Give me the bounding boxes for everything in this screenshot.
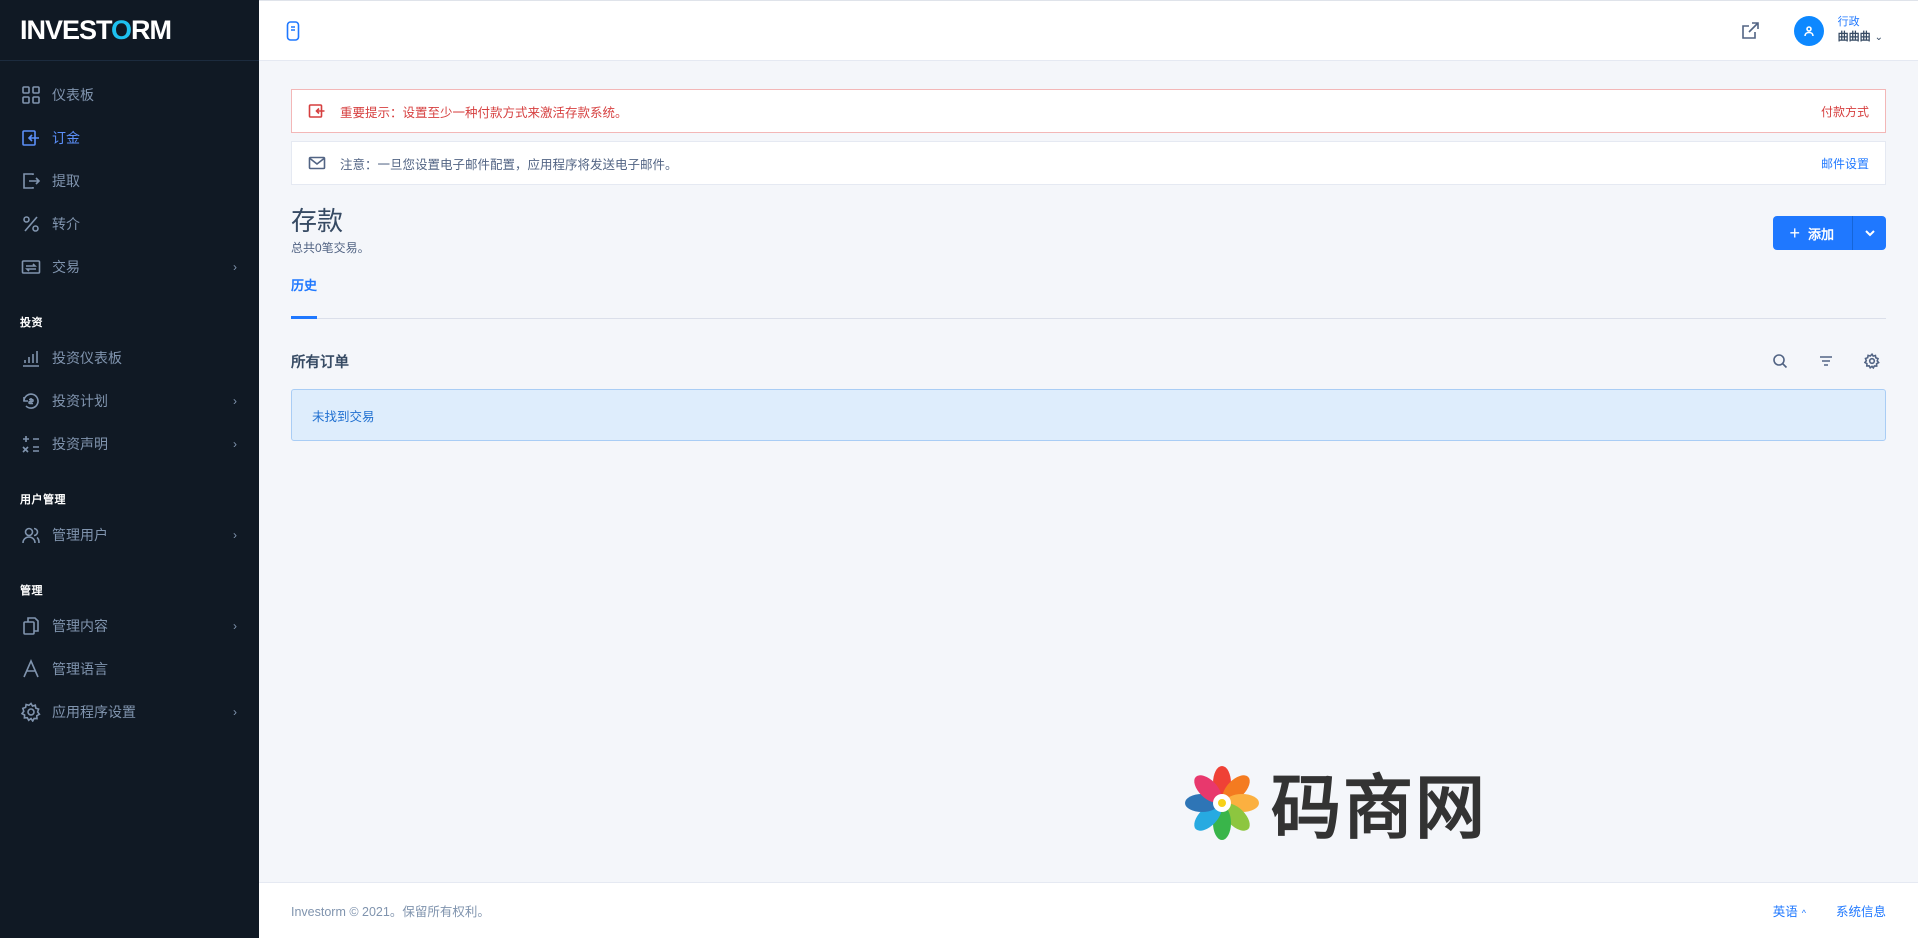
watermark: 码商网: [1183, 752, 1487, 853]
chevron-right-icon: ›: [233, 704, 237, 719]
add-button-label: 添加: [1807, 226, 1834, 242]
grid-icon: [20, 84, 42, 106]
sidebar-nav: 仪表板 订金 提取 转介 交易 › 投资 投资仪表板 投资计划 › 投资声明 ›…: [0, 61, 259, 733]
flower-logo-icon: [1185, 765, 1259, 840]
gear-icon[interactable]: [1862, 351, 1882, 371]
tabs: 历史: [291, 269, 1886, 319]
sidebar-item-label: 投资仪表板: [52, 349, 122, 366]
chevron-right-icon: ›: [233, 527, 237, 542]
mail-icon: [308, 153, 328, 173]
user-name: 曲曲曲 ⌄: [1837, 31, 1883, 43]
user-role: 行政: [1837, 16, 1860, 28]
chevron-right-icon: ›: [233, 618, 237, 633]
sidebar-item-dashboard[interactable]: 仪表板: [0, 73, 259, 116]
chevron-down-icon: [1864, 230, 1875, 237]
external-link-icon[interactable]: [1740, 21, 1760, 41]
transactions-icon: [20, 256, 42, 278]
users-icon: [20, 524, 42, 546]
email-config-alert: 注意：一旦您设置电子邮件配置，应用程序将发送电子邮件。 邮件设置: [291, 141, 1886, 185]
sidebar-item-invest-statement[interactable]: 投资声明 ›: [0, 422, 259, 465]
chart-bars-icon: [20, 347, 42, 369]
sidebar-heading-manage: 管理: [20, 585, 43, 597]
copy-icon: [20, 615, 42, 637]
withdraw-icon: [20, 170, 42, 192]
sidebar-item-label: 管理用户: [52, 526, 108, 543]
footer: Investorm © 2021。保留所有权利。 英语 ^ 系统信息: [259, 882, 1918, 938]
language-selector[interactable]: 英语 ^: [1773, 901, 1806, 920]
sidebar-item-label: 交易: [52, 258, 80, 275]
sidebar-item-withdraw[interactable]: 提取: [0, 159, 259, 202]
gear-icon: [20, 701, 42, 723]
user-dropdown[interactable]: 行政 曲曲曲 ⌄: [1793, 15, 1883, 46]
payment-method-link[interactable]: 付款方式: [1821, 103, 1869, 120]
logo[interactable]: INVESTORM: [0, 0, 259, 61]
payment-method-alert: 重要提示：设置至少一种付款方式来激活存款系统。 付款方式: [291, 89, 1886, 133]
sidebar-item-deposit[interactable]: 订金: [0, 116, 259, 159]
logo-text: INVESTORM: [20, 14, 172, 45]
page-title: 存款: [291, 206, 344, 236]
user-icon: [1803, 25, 1814, 36]
sidebar-item-label: 管理内容: [52, 617, 108, 634]
chevron-down-icon: ⌄: [1874, 32, 1883, 43]
add-button-group: + 添加: [1773, 216, 1886, 250]
system-info-link[interactable]: 系统信息: [1836, 901, 1886, 920]
language-icon: [20, 658, 42, 680]
plus-icon: +: [1789, 223, 1800, 243]
wallet-alert-icon: [308, 101, 328, 121]
sidebar-item-manage-users[interactable]: 管理用户 ›: [0, 513, 259, 556]
sidebar-item-label: 管理语言: [52, 660, 108, 677]
section-title: 所有订单: [291, 354, 349, 371]
add-dropdown-toggle[interactable]: [1852, 216, 1886, 250]
sidebar-item-invest-dashboard[interactable]: 投资仪表板: [0, 336, 259, 379]
avatar: [1793, 15, 1824, 46]
tab-history[interactable]: 历史: [291, 269, 317, 319]
add-button[interactable]: + 添加: [1773, 216, 1852, 250]
alert-message: 重要提示：设置至少一种付款方式来激活存款系统。: [340, 105, 628, 120]
sidebar-item-label: 仪表板: [52, 86, 94, 103]
sidebar-item-referral[interactable]: 转介: [0, 202, 259, 245]
chevron-up-icon: ^: [1801, 908, 1806, 918]
sidebar-item-transactions[interactable]: 交易 ›: [0, 245, 259, 288]
sidebar-item-label: 应用程序设置: [52, 703, 136, 720]
empty-state: 未找到交易: [291, 389, 1886, 441]
top-header: 行政 曲曲曲 ⌄: [259, 0, 1918, 61]
sidebar-item-manage-language[interactable]: 管理语言: [0, 647, 259, 690]
sidebar-heading-users: 用户管理: [20, 494, 66, 506]
page-subtitle: 总共0笔交易。: [291, 241, 370, 255]
sidebar-item-label: 投资计划: [52, 392, 108, 409]
plans-icon: [20, 390, 42, 412]
chevron-right-icon: ›: [233, 393, 237, 408]
copyright: Investorm © 2021。保留所有权利。: [291, 905, 490, 919]
search-icon[interactable]: [1770, 351, 1790, 371]
sidebar-heading-invest: 投资: [20, 317, 43, 329]
user-info: 行政 曲曲曲 ⌄: [1838, 15, 1883, 46]
watermark-text: 码商网: [1271, 767, 1487, 849]
alert-message: 注意：一旦您设置电子邮件配置，应用程序将发送电子邮件。: [340, 157, 678, 172]
menu-toggle-icon[interactable]: [286, 20, 300, 42]
sidebar-item-app-settings[interactable]: 应用程序设置 ›: [0, 690, 259, 733]
chevron-right-icon: ›: [233, 436, 237, 451]
sidebar-item-label: 订金: [52, 129, 80, 146]
mail-settings-link[interactable]: 邮件设置: [1821, 155, 1869, 172]
percent-icon: [20, 213, 42, 235]
sidebar-item-label: 投资声明: [52, 435, 108, 452]
sidebar-item-manage-content[interactable]: 管理内容 ›: [0, 604, 259, 647]
chevron-right-icon: ›: [233, 259, 237, 274]
deposit-icon: [20, 127, 42, 149]
sidebar: INVESTORM 仪表板 订金 提取 转介 交易 › 投资 投资仪表板 投资计…: [0, 0, 259, 938]
statement-icon: [20, 433, 42, 455]
sidebar-item-invest-plans[interactable]: 投资计划 ›: [0, 379, 259, 422]
sidebar-item-label: 转介: [52, 215, 80, 232]
filter-icon[interactable]: [1816, 351, 1836, 371]
orders-header: 所有订单: [291, 346, 1886, 376]
sidebar-item-label: 提取: [52, 172, 80, 189]
